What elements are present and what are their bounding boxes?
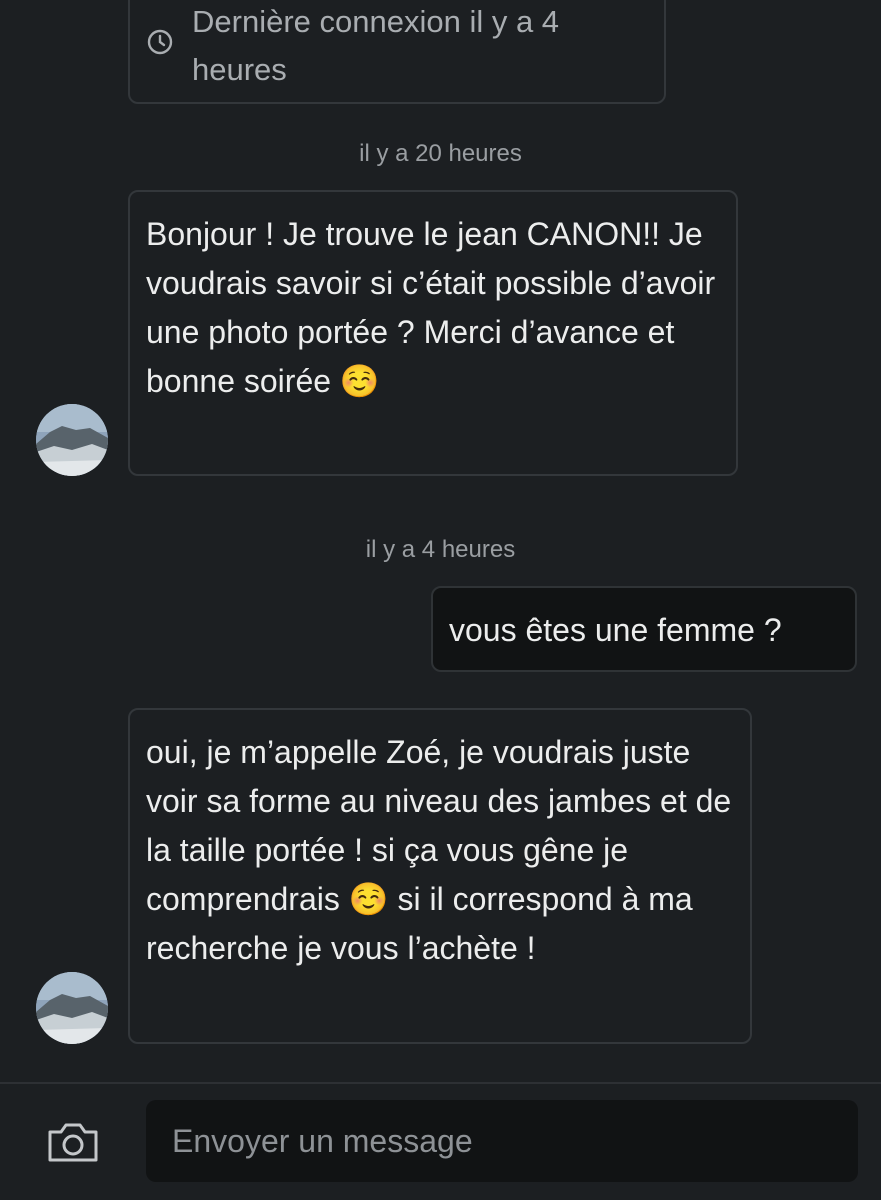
message-text: oui, je m’appelle Zoé, je voudrais juste… [146,734,732,966]
message-input[interactable] [146,1100,858,1182]
incoming-message[interactable]: oui, je m’appelle Zoé, je voudrais juste… [128,708,752,1044]
message-timestamp: il y a 20 heures [359,140,522,167]
incoming-message[interactable]: Bonjour ! Je trouve le jean CANON!! Je v… [128,190,738,476]
avatar[interactable] [36,972,108,1044]
composer-divider [0,1082,881,1084]
last-seen-text: Dernière connexion il y a 4 heures [192,4,560,87]
camera-icon[interactable] [46,1120,100,1164]
outgoing-message[interactable]: vous êtes une femme ? [431,586,857,672]
message-timestamp: il y a 4 heures [365,536,516,563]
clock-icon [147,29,173,55]
last-seen-card: Dernière connexion il y a 4 heures [128,0,666,104]
avatar[interactable] [36,404,108,476]
message-text: vous êtes une femme ? [449,612,782,648]
message-text: Bonjour ! Je trouve le jean CANON!! Je v… [146,216,716,399]
